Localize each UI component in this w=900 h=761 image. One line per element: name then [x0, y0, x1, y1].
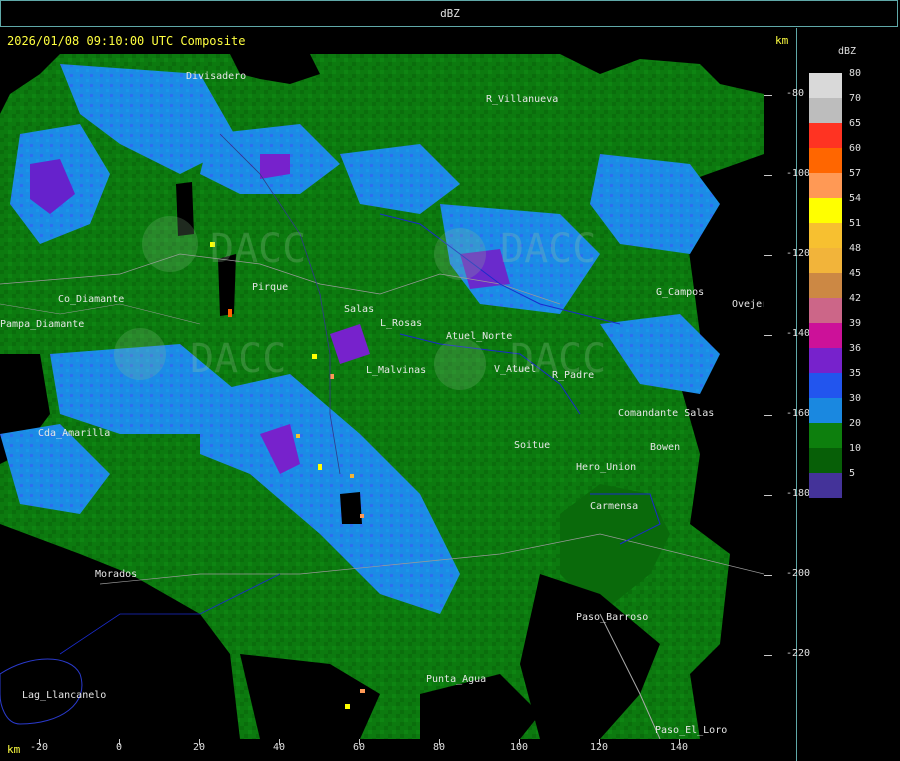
colorbar-label: 60 — [849, 143, 862, 154]
colorbar-label: 65 — [849, 118, 862, 129]
x-axis-unit: km — [7, 743, 21, 756]
colorbar-label: 39 — [849, 318, 862, 329]
colorbar-label: 45 — [849, 268, 862, 279]
colorbar-swatch — [809, 423, 842, 448]
y-axis-unit: km — [775, 34, 789, 47]
colorbar-swatch — [809, 348, 842, 373]
colorbar-swatch — [809, 473, 842, 498]
colorbar-swatch — [809, 148, 842, 173]
colorbar-label: 10 — [849, 443, 862, 454]
y-tick-mark — [764, 95, 772, 96]
colorbar-label: 51 — [849, 218, 862, 229]
colorbar-label: 80 — [849, 68, 862, 79]
colorbar-swatch — [809, 198, 842, 223]
colorbar-swatch — [809, 73, 842, 98]
colorbar-label: 54 — [849, 193, 862, 204]
colorbar-swatch — [809, 398, 842, 423]
colorbar-label: 57 — [849, 168, 862, 179]
y-tick-mark — [764, 255, 772, 256]
x-tick-label: 120 — [589, 742, 609, 753]
x-tick-label: -20 — [29, 742, 49, 753]
colorbar-title: dBZ — [440, 7, 460, 20]
y-tick-mark — [764, 335, 772, 336]
colorbar-swatch — [809, 248, 842, 273]
colorbar-label: 48 — [849, 243, 862, 254]
x-tick-label: 100 — [509, 742, 529, 753]
colorbar-swatch — [809, 448, 842, 473]
colorbar-swatch — [809, 323, 842, 348]
colorbar-label: 42 — [849, 293, 862, 304]
colorbar-swatch — [809, 273, 842, 298]
y-tick-mark — [764, 415, 772, 416]
colorbar-swatch — [809, 373, 842, 398]
colorbar-label: 70 — [849, 93, 862, 104]
x-tick-label: 40 — [272, 742, 286, 753]
colorbar-label: 36 — [849, 343, 862, 354]
colorbar-swatch — [809, 223, 842, 248]
timestamp-label: 2026/01/08 09:10:00 UTC Composite — [7, 34, 246, 48]
y-tick-mark — [764, 575, 772, 576]
x-tick-label: 140 — [669, 742, 689, 753]
y-tick-mark — [764, 655, 772, 656]
colorbar-swatch — [809, 298, 842, 323]
colorbar-swatch — [809, 123, 842, 148]
plot-frame — [0, 28, 797, 761]
y-tick-mark — [764, 495, 772, 496]
colorbar-label: 35 — [849, 368, 862, 379]
y-tick-mark — [764, 175, 772, 176]
colorbar-label: 5 — [849, 468, 856, 479]
x-tick-label: 0 — [115, 742, 123, 753]
colorbar-swatch — [809, 173, 842, 198]
colorbar-label: 20 — [849, 418, 862, 429]
colorbar-swatch — [809, 98, 842, 123]
x-tick-label: 80 — [432, 742, 446, 753]
colorbar-label: 30 — [849, 393, 862, 404]
x-tick-label: 60 — [352, 742, 366, 753]
colorbar-unit: dBZ — [838, 46, 857, 57]
x-tick-label: 20 — [192, 742, 206, 753]
